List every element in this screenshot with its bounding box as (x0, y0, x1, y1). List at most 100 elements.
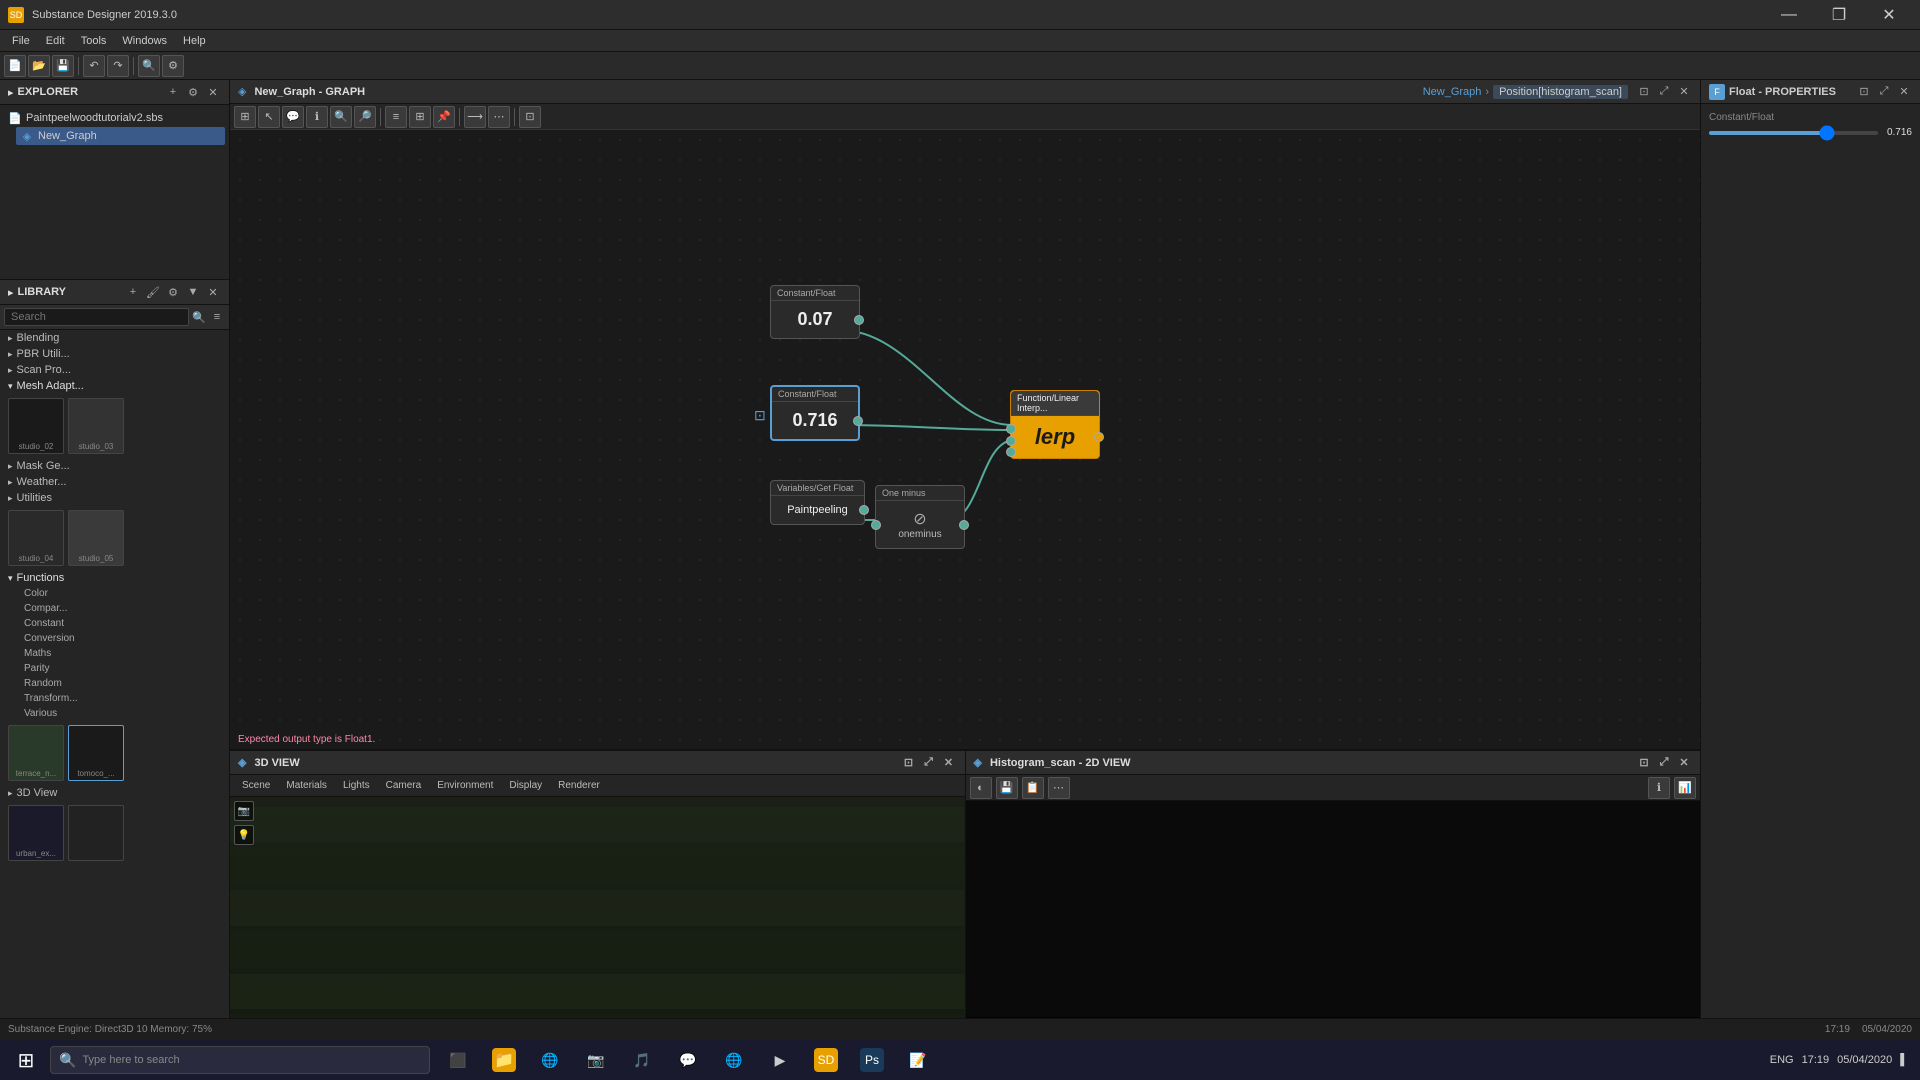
library-category-blending[interactable]: ▸ Blending (0, 330, 229, 346)
toolbar-open[interactable]: 📂 (28, 55, 50, 77)
taskbar-app-edge[interactable]: 🌐 (528, 1040, 572, 1080)
toolbar-save[interactable]: 💾 (52, 55, 74, 77)
node-constant1[interactable]: Constant/Float 0.07 (770, 285, 860, 339)
library-settings-icon[interactable]: ⚙ (165, 284, 181, 300)
lib-thumb-studio02[interactable]: studio_02 (8, 398, 64, 454)
properties-close-icon[interactable]: ✕ (1896, 84, 1912, 100)
taskbar-app-photoshop[interactable]: Ps (850, 1040, 894, 1080)
view-2d-tb-histogram[interactable]: 📊 (1674, 777, 1696, 799)
menu-tools[interactable]: Tools (73, 33, 115, 49)
library-brush-icon[interactable]: 🖌 (145, 284, 161, 300)
graph-tb-zoom-out[interactable]: 🔎 (354, 106, 376, 128)
graph-tb-align[interactable]: ≡ (385, 106, 407, 128)
library-subcat-maths[interactable]: Maths (0, 646, 229, 661)
library-subcat-compare[interactable]: Compar... (0, 601, 229, 616)
library-subcat-conversion[interactable]: Conversion (0, 631, 229, 646)
view-3d-menu-display[interactable]: Display (501, 778, 550, 793)
view-3d-menu-scene[interactable]: Scene (234, 778, 278, 793)
toolbar-undo[interactable]: ↶ (83, 55, 105, 77)
graph-close-icon[interactable]: ✕ (1676, 84, 1692, 100)
breadcrumb-item-2[interactable]: Position[histogram_scan] (1493, 85, 1628, 99)
node-lerp[interactable]: Function/Linear Interp... lerp (1010, 390, 1100, 459)
graph-tb-pin[interactable]: 📌 (433, 106, 455, 128)
node-oneminus-in-port[interactable] (871, 520, 881, 530)
view-3d-menu-camera[interactable]: Camera (378, 778, 430, 793)
graph-tb-select[interactable]: ↖ (258, 106, 280, 128)
library-add-icon[interactable]: + (125, 284, 141, 300)
explorer-close-icon[interactable]: ✕ (205, 84, 221, 100)
library-subcat-color[interactable]: Color (0, 586, 229, 601)
graph-tb-connect[interactable]: ⟶ (464, 106, 486, 128)
lib-thumb-terrace[interactable]: terrace_n... (8, 725, 64, 781)
taskbar-start-button[interactable]: ⊞ (4, 1040, 48, 1080)
library-collapse-icon[interactable]: ▸ (8, 286, 14, 299)
library-subcat-constant[interactable]: Constant (0, 616, 229, 631)
explorer-add-icon[interactable]: + (165, 84, 181, 100)
graph-tb-more[interactable]: ⋯ (488, 106, 510, 128)
menu-windows[interactable]: Windows (114, 33, 175, 49)
taskbar-app-word[interactable]: 📝 (896, 1040, 940, 1080)
graph-canvas[interactable]: Constant/Float 0.07 ⊡ Constant/Float 0.7… (230, 130, 1700, 749)
view-3d-menu-lights[interactable]: Lights (335, 778, 378, 793)
view-2d-expand-icon[interactable]: ⤢ (1656, 755, 1672, 771)
breadcrumb-item-1[interactable]: New_Graph (1423, 86, 1482, 98)
library-category-pbr[interactable]: ▸ PBR Utili... (0, 346, 229, 362)
lib-thumb-studio03[interactable]: studio_03 (68, 398, 124, 454)
lib-thumb-extra1[interactable] (68, 805, 124, 861)
node-oneminus-out-port[interactable] (959, 520, 969, 530)
taskbar-app-4[interactable]: 🌐 (712, 1040, 756, 1080)
node-oneminus[interactable]: One minus ⊘ oneminus (875, 485, 965, 549)
close-button[interactable]: ✕ (1866, 0, 1912, 30)
taskbar-app-5[interactable]: ▶ (758, 1040, 802, 1080)
library-filter-icon[interactable]: ▼ (185, 284, 201, 300)
view-2d-tb-more[interactable]: ⋯ (1048, 777, 1070, 799)
library-category-3dview[interactable]: ▸ 3D View (0, 785, 229, 801)
graph-tb-grid[interactable]: ⊞ (409, 106, 431, 128)
node-lerp-in-port-1[interactable] (1006, 424, 1016, 434)
lib-thumb-urban[interactable]: urban_ex... (8, 805, 64, 861)
view-2d-tb-copy[interactable]: 📋 (1022, 777, 1044, 799)
explorer-collapse-icon[interactable]: ▸ (8, 86, 14, 99)
node-lerp-in-port-3[interactable] (1006, 447, 1016, 457)
view-2d-tb-save[interactable]: 💾 (996, 777, 1018, 799)
explorer-filter-icon[interactable]: ⚙ (185, 84, 201, 100)
library-category-mesh[interactable]: ▾ Mesh Adapt... (0, 378, 229, 394)
library-subcat-parity[interactable]: Parity (0, 661, 229, 676)
taskbar-app-sd[interactable]: SD (804, 1040, 848, 1080)
maximize-button[interactable]: ❐ (1816, 0, 1862, 30)
view-2d-tb-info[interactable]: ℹ (1648, 777, 1670, 799)
taskbar-app-3[interactable]: 💬 (666, 1040, 710, 1080)
library-subcat-random[interactable]: Random (0, 676, 229, 691)
library-subcat-transform[interactable]: Transform... (0, 691, 229, 706)
view-3d-menu-renderer[interactable]: Renderer (550, 778, 608, 793)
library-category-weather[interactable]: ▸ Weather... (0, 474, 229, 490)
view-3d-menu-materials[interactable]: Materials (278, 778, 335, 793)
menu-file[interactable]: File (4, 33, 38, 49)
node-variable[interactable]: Variables/Get Float Paintpeeling (770, 480, 865, 525)
lib-thumb-tomoco[interactable]: tomoco_... (68, 725, 124, 781)
view-2d-close-icon[interactable]: ✕ (1676, 755, 1692, 771)
properties-slider[interactable] (1709, 131, 1878, 135)
library-category-utilities[interactable]: ▸ Utilities (0, 490, 229, 506)
library-category-mask[interactable]: ▸ Mask Ge... (0, 458, 229, 474)
library-category-functions[interactable]: ▾ Functions (0, 570, 229, 586)
view-3d-expand-icon[interactable]: ⤢ (921, 755, 937, 771)
minimize-button[interactable]: — (1766, 0, 1812, 30)
node-constant2[interactable]: ⊡ Constant/Float 0.716 (770, 385, 860, 441)
view-3d-light-btn[interactable]: 💡 (234, 825, 254, 845)
node-lerp-out-port[interactable] (1094, 432, 1104, 442)
view-3d-camera-btn[interactable]: 📷 (234, 801, 254, 821)
taskbar-show-desktop-icon[interactable]: ▌ (1900, 1054, 1908, 1066)
node-constant1-out-port[interactable] (854, 315, 864, 325)
taskbar-search-box[interactable]: 🔍 Type here to search (50, 1046, 430, 1074)
explorer-graph-item[interactable]: ◈ New_Graph (16, 127, 225, 145)
toolbar-redo[interactable]: ↷ (107, 55, 129, 77)
explorer-file-item[interactable]: 📄 Paintpeelwoodtutorialv2.sbs (4, 109, 225, 127)
view-3d-float-icon[interactable]: ⊡ (901, 755, 917, 771)
view-2d-tb-channels[interactable]: ◐ (970, 777, 992, 799)
graph-tb-comment[interactable]: 💬 (282, 106, 304, 128)
view-2d-float-icon[interactable]: ⊡ (1636, 755, 1652, 771)
taskbar-app-2[interactable]: 🎵 (620, 1040, 664, 1080)
lib-thumb-studio05[interactable]: studio_05 (68, 510, 124, 566)
lib-thumb-studio04[interactable]: studio_04 (8, 510, 64, 566)
